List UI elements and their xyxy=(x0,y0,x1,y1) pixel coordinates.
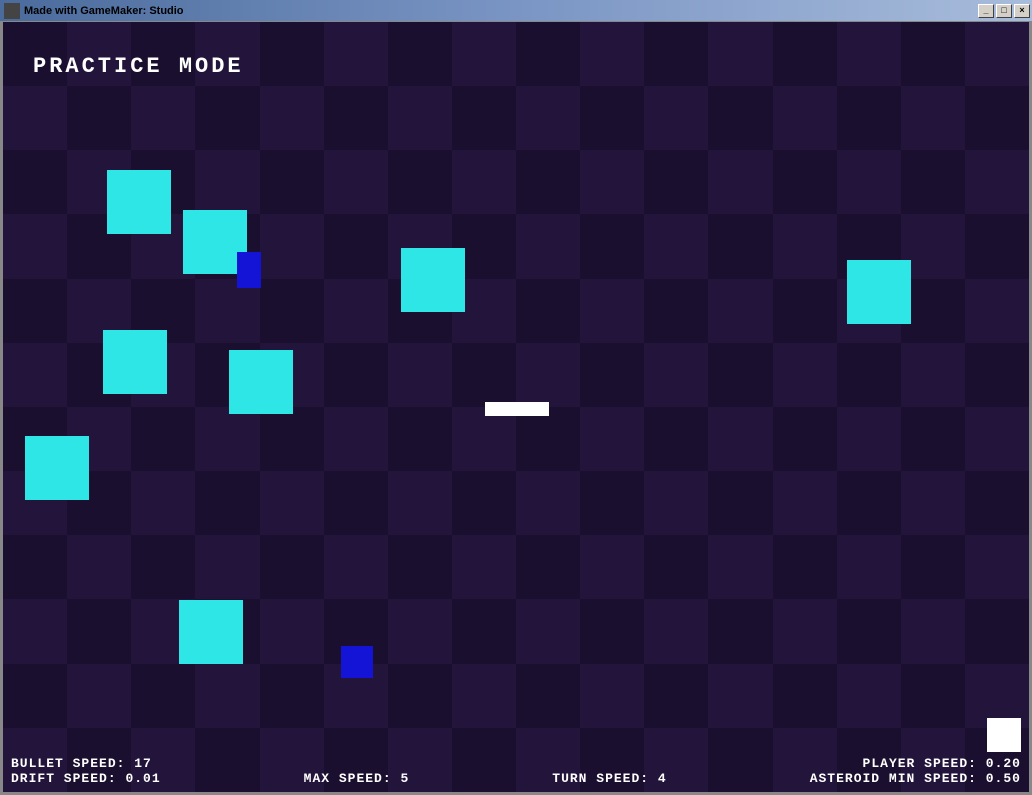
asteroid-blue-1 xyxy=(341,646,373,678)
minimize-button[interactable]: _ xyxy=(978,4,994,18)
titlebar[interactable]: Made with GameMaker: Studio _ □ × xyxy=(0,0,1032,22)
asteroid-cyan-0 xyxy=(107,170,171,234)
turn-speed-stat: TURN SPEED: 4 xyxy=(552,771,666,786)
app-icon xyxy=(4,3,20,19)
app-window: Made with GameMaker: Studio _ □ × PRACTI… xyxy=(0,0,1032,795)
asteroid-min-speed-stat: ASTEROID MIN SPEED: 0.50 xyxy=(810,771,1021,786)
window-controls: _ □ × xyxy=(978,4,1030,18)
asteroid-cyan-2 xyxy=(401,248,465,312)
white-block-0 xyxy=(987,718,1021,752)
asteroid-cyan-3 xyxy=(847,260,911,324)
asteroid-cyan-5 xyxy=(229,350,293,414)
asteroid-cyan-6 xyxy=(25,436,89,500)
bullet-speed-stat: BULLET SPEED: 17 xyxy=(11,756,152,771)
player-ship xyxy=(485,402,549,416)
close-button[interactable]: × xyxy=(1014,4,1030,18)
game-viewport[interactable]: PRACTICE MODE BULLET SPEED: 17 PLAYER SP… xyxy=(0,22,1032,795)
window-title: Made with GameMaker: Studio xyxy=(24,5,978,17)
player-speed-stat: PLAYER SPEED: 0.20 xyxy=(863,756,1021,771)
maximize-button[interactable]: □ xyxy=(996,4,1012,18)
drift-speed-stat: DRIFT SPEED: 0.01 xyxy=(11,771,161,786)
asteroid-blue-0 xyxy=(237,252,261,288)
mode-title: PRACTICE MODE xyxy=(33,54,244,79)
max-speed-stat: MAX SPEED: 5 xyxy=(304,771,410,786)
hud-bottom: BULLET SPEED: 17 PLAYER SPEED: 0.20 DRIF… xyxy=(3,756,1029,786)
asteroid-cyan-4 xyxy=(103,330,167,394)
asteroid-cyan-7 xyxy=(179,600,243,664)
